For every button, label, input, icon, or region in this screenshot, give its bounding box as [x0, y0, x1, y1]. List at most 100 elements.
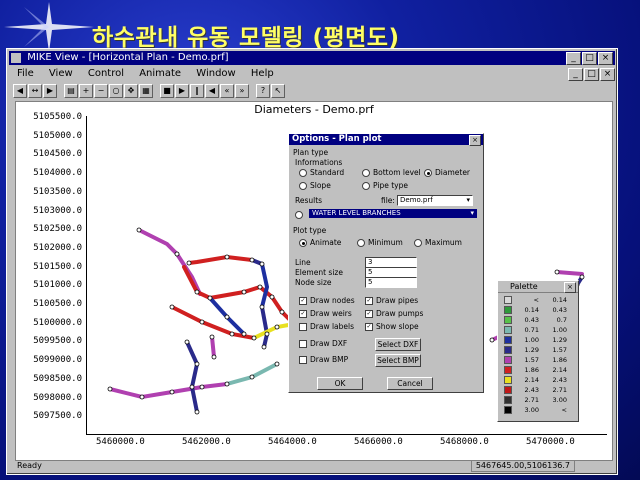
- zoom-out-icon[interactable]: −: [94, 83, 108, 98]
- palette-swatch: [504, 326, 512, 334]
- window-title: MIKE View - [Horizontal Plan - Demo.prf]: [27, 52, 229, 63]
- check-draw-pipes[interactable]: ✓ Draw pipes: [365, 296, 418, 305]
- doc-minimize-button[interactable]: _: [568, 68, 583, 81]
- palette-from: 3.00: [524, 406, 539, 414]
- play-icon[interactable]: ▶: [175, 83, 189, 98]
- palette-from: 0.43: [524, 316, 539, 324]
- radio-minimum[interactable]: Minimum: [357, 238, 403, 247]
- check-draw-pumps[interactable]: ✓ Draw pumps: [365, 309, 423, 318]
- palette-row: 2.71 3.00: [504, 396, 567, 404]
- close-button[interactable]: ×: [598, 52, 613, 65]
- help-icon[interactable]: ?: [256, 83, 270, 98]
- palette-from: 2.14: [524, 376, 539, 384]
- app-icon: [11, 53, 21, 63]
- palette-row: <0.14: [504, 296, 567, 304]
- radio-maximum[interactable]: Maximum: [414, 238, 462, 247]
- zoom-in-icon[interactable]: +: [79, 83, 93, 98]
- menu-animate[interactable]: Animate: [139, 68, 181, 79]
- file-select[interactable]: Demo.prf ▾: [397, 195, 473, 206]
- window-titlebar[interactable]: MIKE View - [Horizontal Plan - Demo.prf]…: [9, 51, 615, 65]
- step-forward-icon[interactable]: »: [235, 83, 249, 98]
- maximize-button[interactable]: □: [582, 52, 597, 65]
- options-plan-plot-dialog: Options - Plan plot × Plan type Informat…: [288, 133, 484, 393]
- node-size-input[interactable]: 5: [365, 277, 417, 288]
- check-draw-dxf[interactable]: Draw DXF: [299, 339, 347, 348]
- check-draw-nodes[interactable]: ✓ Draw nodes: [299, 296, 355, 305]
- step-back-icon[interactable]: «: [220, 83, 234, 98]
- sparkle-decoration: [4, 2, 94, 52]
- arrow-both-icon[interactable]: ↔: [28, 83, 42, 98]
- cancel-button[interactable]: Cancel: [387, 377, 433, 390]
- palette-row: 0.14 0.43: [504, 306, 567, 314]
- pan-icon[interactable]: ✥: [124, 83, 138, 98]
- palette-to: 2.14: [552, 366, 567, 374]
- menu-window[interactable]: Window: [196, 68, 235, 79]
- menu-control[interactable]: Control: [88, 68, 124, 79]
- palette-swatch: [504, 296, 512, 304]
- palette-row: 0.71 1.00: [504, 326, 567, 334]
- palette-from: 2.71: [524, 396, 539, 404]
- palette-to: 0.7: [556, 316, 567, 324]
- palette-swatch: [504, 376, 512, 384]
- dialog-close-button[interactable]: ×: [469, 135, 481, 146]
- arrow-right-icon[interactable]: ▶: [43, 83, 57, 98]
- ok-button[interactable]: OK: [317, 377, 363, 390]
- radio-results[interactable]: [295, 210, 306, 219]
- radio-bottom-level[interactable]: Bottom level: [362, 168, 421, 177]
- palette-from: 1.29: [524, 346, 539, 354]
- palette-from: 2.43: [524, 386, 539, 394]
- line-label: Line: [295, 258, 311, 267]
- select-dxf-button[interactable]: Select DXF: [375, 338, 421, 351]
- check-draw-labels[interactable]: Draw labels: [299, 322, 354, 331]
- minimize-button[interactable]: _: [566, 52, 581, 65]
- radio-diameter[interactable]: Diameter: [424, 168, 470, 177]
- palette-swatch: [504, 396, 512, 404]
- zoom-icon[interactable]: ○: [109, 83, 123, 98]
- palette-swatch: [504, 336, 512, 344]
- rewind-icon[interactable]: ◀: [205, 83, 219, 98]
- radio-slope[interactable]: Slope: [299, 181, 331, 190]
- palette-window: Palette × <0.14 0.14 0.43 0.43 0.7 0.71 1.00 1.…: [497, 280, 579, 422]
- palette-to: 0.14: [552, 296, 567, 304]
- palette-from: 1.00: [524, 336, 539, 344]
- palette-row: 1.00 1.29: [504, 336, 567, 344]
- check-show-slope[interactable]: ✓ Show slope: [365, 322, 419, 331]
- radio-standard[interactable]: Standard: [299, 168, 344, 177]
- check-draw-weirs[interactable]: ✓ Draw weirs: [299, 309, 352, 318]
- palette-from: 1.86: [524, 366, 539, 374]
- plot-icon[interactable]: ▦: [139, 83, 153, 98]
- cursor-coordinates: 5467645.00,5106136.7: [470, 460, 575, 472]
- palette-to: 1.57: [552, 346, 567, 354]
- menu-help[interactable]: Help: [251, 68, 274, 79]
- doc-restore-button[interactable]: □: [584, 68, 599, 81]
- palette-swatch: [504, 366, 512, 374]
- select-bmp-button[interactable]: Select BMP: [375, 354, 421, 367]
- radio-animate[interactable]: Animate: [299, 238, 341, 247]
- menu-view[interactable]: View: [49, 68, 73, 79]
- palette-swatch: [504, 306, 512, 314]
- status-text: Ready: [17, 461, 42, 470]
- palette-row: 0.43 0.7: [504, 316, 567, 324]
- palette-close-button[interactable]: ×: [564, 282, 576, 293]
- doc-close-button[interactable]: ×: [600, 68, 615, 81]
- plan-type-label: Plan type: [293, 148, 329, 157]
- menu-file[interactable]: File: [17, 68, 34, 79]
- dialog-title[interactable]: Options - Plan plot: [289, 134, 483, 145]
- result-item-select[interactable]: WATER LEVEL BRANCHES ▾: [309, 209, 477, 218]
- arrow-left-icon[interactable]: ◀: [13, 83, 27, 98]
- palette-swatch: [504, 316, 512, 324]
- palette-to: 3.00: [552, 396, 567, 404]
- pause-icon[interactable]: ‖: [190, 83, 204, 98]
- radio-pipe-type[interactable]: Pipe type: [362, 181, 408, 190]
- palette-row: 3.00 <: [504, 406, 567, 414]
- context-help-icon[interactable]: ↖: [271, 83, 285, 98]
- informations-label: Informations: [295, 158, 343, 167]
- stop-icon[interactable]: ■: [160, 83, 174, 98]
- palette-swatch: [504, 406, 512, 414]
- palette-to: 1.29: [552, 336, 567, 344]
- palette-from: 1.57: [524, 356, 539, 364]
- print-icon[interactable]: ▤: [64, 83, 78, 98]
- check-draw-bmp[interactable]: Draw BMP: [299, 355, 348, 364]
- palette-from: 0.71: [524, 326, 539, 334]
- palette-to: 2.43: [552, 376, 567, 384]
